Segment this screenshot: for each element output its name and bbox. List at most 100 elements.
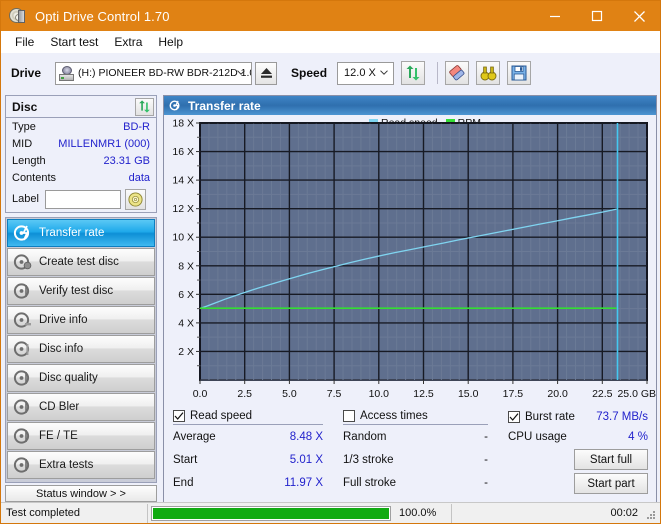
drive-select-value: (H:) PIONEER BD-RW BDR-212D 1.00 — [78, 67, 252, 79]
burst-rate-title: Burst rate — [525, 410, 575, 423]
stat-row-cpu-usage: CPU usage 4 % — [508, 425, 648, 448]
chevron-down-icon — [380, 69, 388, 75]
disc-refresh-button[interactable] — [135, 97, 154, 116]
x-tick-label: 12.5 — [413, 388, 434, 400]
disc-test-icon — [13, 283, 30, 299]
sidebar-item-disc-info[interactable]: Disc info — [7, 335, 155, 363]
sidebar-item-extra-tests[interactable]: Extra tests — [7, 451, 155, 479]
status-bar: Test completed 100.0% 00:02 — [1, 502, 660, 523]
stat-key: 1/3 stroke — [343, 453, 394, 466]
sidebar-item-label: Create test disc — [39, 256, 119, 268]
x-tick-label: 2.5 — [237, 388, 252, 400]
stat-key: Start — [173, 453, 198, 466]
y-tick-label: 12 X — [172, 203, 194, 215]
refresh-drive-button[interactable] — [401, 61, 426, 85]
stat-row-full-stroke: Full stroke - — [343, 471, 488, 494]
eraser-button[interactable] — [445, 61, 470, 85]
sidebar-item-label: FE / TE — [39, 430, 78, 442]
disc-icon — [128, 191, 143, 207]
burst-rate-checkbox[interactable] — [508, 410, 520, 423]
sidebar-item-drive-info[interactable]: Drive info — [7, 306, 155, 334]
disc-row-value: BD-R — [123, 120, 150, 133]
resize-grip-icon[interactable] — [645, 509, 657, 521]
sidebar-item-disc-quality[interactable]: Disc quality — [7, 364, 155, 392]
stat-row-end: End 11.97 X — [173, 471, 323, 494]
menu-item-file[interactable]: File — [8, 33, 43, 51]
y-tick-label: 16 X — [172, 146, 194, 158]
stat-value: - — [484, 453, 488, 466]
drive-select[interactable]: (H:) PIONEER BD-RW BDR-212D 1.00 — [55, 61, 253, 85]
start-part-button[interactable]: Start part — [574, 473, 648, 494]
disc-panel-header: Disc — [6, 96, 156, 118]
progress-bar — [151, 505, 391, 521]
status-separator — [451, 503, 452, 523]
burst-rate-value: 73.7 MB/s — [596, 410, 648, 423]
chart-title: Transfer rate — [188, 98, 261, 113]
y-tick-label: 4 X — [178, 317, 194, 329]
disc-test-icon — [13, 399, 30, 415]
x-tick-label: 17.5 — [503, 388, 524, 400]
status-window-button[interactable]: Status window > > — [5, 485, 157, 502]
chevron-down-icon — [237, 69, 245, 75]
x-tick-label: 10.0 — [369, 388, 390, 400]
menu-item-extra[interactable]: Extra — [107, 33, 151, 51]
x-tick-label: 22.5 — [592, 388, 613, 400]
access-times-title: Access times — [360, 410, 428, 422]
disc-row-value: MILLENMR1 (000) — [58, 137, 150, 150]
burst-rate-column: Burst rate 73.7 MB/s CPU usage 4 % — [508, 408, 648, 448]
eject-button[interactable] — [255, 61, 278, 85]
stat-value: - — [484, 430, 488, 443]
sidebar-item-transfer-rate[interactable]: Transfer rate — [7, 219, 155, 247]
app-icon — [9, 7, 27, 25]
window-controls — [534, 1, 660, 31]
y-tick-label: 10 X — [172, 232, 194, 244]
stat-key: Average — [173, 430, 216, 443]
access-times-checkbox[interactable] — [343, 410, 355, 422]
menu-item-help[interactable]: Help — [151, 33, 192, 51]
stat-value: 11.97 X — [284, 476, 323, 489]
y-tick-label: 8 X — [178, 260, 194, 272]
sidebar-item-fe-te[interactable]: FE / TE — [7, 422, 155, 450]
disc-test-icon — [13, 370, 30, 386]
access-times-header: Access times — [343, 408, 488, 425]
speed-select[interactable]: 12.0 X — [337, 61, 395, 85]
y-tick-label: 2 X — [178, 346, 194, 358]
read-speed-column: Read speed Average 8.48 X Start 5.01 X E… — [173, 408, 323, 494]
transfer-rate-panel: Transfer rate Read speed RPM 2 X4 X6 X8 … — [163, 95, 657, 503]
sidebar-item-verify-test-disc[interactable]: Verify test disc — [7, 277, 155, 305]
disc-test-icon — [13, 428, 30, 444]
y-tick-label: 6 X — [178, 289, 194, 301]
read-speed-checkbox[interactable] — [173, 410, 185, 422]
x-tick-label: 5.0 — [282, 388, 297, 400]
disc-test-icon — [13, 254, 32, 270]
sidebar-item-label: CD Bler — [39, 401, 80, 413]
disc-test-icon — [13, 312, 31, 328]
sidebar-item-create-test-disc[interactable]: Create test disc — [7, 248, 155, 276]
disc-label-button[interactable] — [124, 188, 146, 210]
sidebar-item-cd-bler[interactable]: CD Bler — [7, 393, 155, 421]
maximize-button[interactable] — [576, 1, 618, 31]
disc-test-icon — [13, 457, 30, 473]
minimize-button[interactable] — [534, 1, 576, 31]
start-full-button[interactable]: Start full — [574, 449, 648, 470]
stat-key: Full stroke — [343, 476, 397, 489]
disc-test-icon — [169, 100, 180, 111]
menu-bar: File Start test Extra Help — [1, 31, 660, 53]
chart-panel-header: Transfer rate — [164, 96, 656, 115]
disc-row-key: Length — [12, 154, 46, 167]
close-button[interactable] — [618, 1, 660, 31]
title-bar: Opti Drive Control 1.70 — [1, 1, 660, 31]
save-button[interactable] — [507, 61, 532, 85]
menu-item-start-test[interactable]: Start test — [43, 33, 107, 51]
application-window: Opti Drive Control 1.70 File Start test … — [0, 0, 661, 524]
stat-key: End — [173, 476, 194, 489]
eraser-icon — [448, 64, 464, 80]
stat-row-random: Random - — [343, 425, 488, 448]
tools-button[interactable] — [476, 61, 501, 85]
test-navigation-list: Transfer rate Create test disc Verify te… — [5, 217, 157, 483]
refresh-icon — [406, 65, 420, 81]
stat-value: 8.48 X — [289, 430, 323, 443]
sidebar-item-label: Transfer rate — [39, 227, 105, 239]
disc-label-input[interactable] — [44, 189, 121, 209]
status-separator — [147, 503, 148, 523]
